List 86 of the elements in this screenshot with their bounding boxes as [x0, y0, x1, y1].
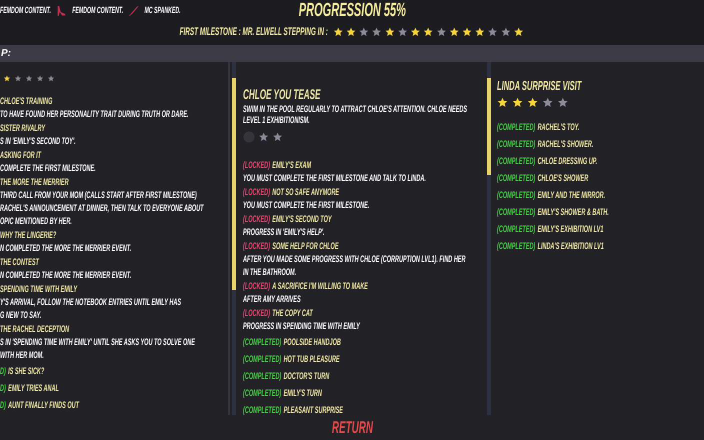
status-tag: D) [0, 399, 6, 412]
section-label: P: [0, 47, 11, 61]
description-line: N COMPLETED THE MORE THE MERRIER EVENT. [0, 242, 132, 255]
status-tag: (LOCKED) [243, 159, 270, 172]
entry-title: RACHEL'S TOY. [538, 121, 580, 134]
entry-title: SPENDING TIME WITH EMILY [0, 283, 78, 296]
whip-icon [128, 5, 140, 17]
entry-title: DOCTOR'S TURN [284, 370, 330, 383]
entry-title: EMILY TRIES ANAL [8, 382, 59, 395]
status-tag: (LOCKED) [243, 213, 270, 226]
entry-title: NOT SO SAFE ANYMORE [272, 186, 340, 199]
status-tag: (LOCKED) [243, 307, 270, 320]
progression-title: PROGRESSION 55% [298, 0, 406, 22]
entry-title: POOLSIDE HANDJOB [284, 336, 341, 349]
entry-description: YOU MUST COMPLETE THE FIRST MILESTONE. [243, 199, 370, 212]
entry-title: CHLOE DRESSING UP. [538, 155, 598, 168]
content-tag: FEMDOM CONTENT. [72, 4, 124, 18]
status-tag: (COMPLETED) [243, 353, 282, 366]
scrollbar-track[interactable] [487, 62, 491, 415]
entry-title: SISTER RIVALRY [0, 122, 46, 135]
status-tag: (COMPLETED) [243, 370, 282, 383]
return-button[interactable]: RETURN [331, 418, 373, 438]
content-tag: MC SPANKED. [144, 4, 181, 18]
status-tag: D) [0, 365, 6, 378]
description-line: G NEW TO SAY. [0, 309, 42, 322]
status-tag: (COMPLETED) [497, 155, 536, 168]
entry-title: EMILY AND THE MIRROR. [538, 189, 606, 202]
status-tag: (COMPLETED) [497, 121, 536, 134]
entry-title: EMILY'S SHOWER & BATH. [538, 206, 609, 219]
status-tag: (COMPLETED) [497, 138, 536, 151]
status-tag: (LOCKED) [243, 186, 270, 199]
status-tag: D) [0, 382, 6, 395]
entry-description: PROGRESS IN 'EMILY'S HELP'. [243, 226, 326, 239]
entry-title: ASKING FOR IT [0, 149, 42, 162]
scrollbar-track[interactable] [232, 62, 236, 415]
status-tag: (COMPLETED) [497, 189, 536, 202]
entry-title: THE MORE THE MERRIER [0, 176, 69, 189]
entry-description: YOU MUST COMPLETE THE FIRST MILESTONE AND TALK TO LINDA. [243, 172, 427, 185]
entry-title: PLEASANT SURPRISE [284, 404, 343, 417]
status-tag: (COMPLETED) [497, 172, 536, 185]
entry-title: EMILY'S TURN [284, 387, 322, 400]
description-line: RACHEL'S ANNOUNCEMENT AT DINNER, THEN TALK TO EVERYONE ABOUT [0, 202, 205, 215]
entry-title: THE RACHEL DECEPTION [0, 323, 70, 336]
scrollbar-thumb[interactable] [487, 78, 491, 175]
entry-title: AUNT FINALLY FINDS OUT [8, 399, 79, 412]
entry-description: AFTER AMY ARRIVES [243, 293, 302, 306]
description-line: WITH HER MOM. [0, 349, 45, 362]
entry-title: A SACRIFICE I'M WILLING TO MAKE [272, 280, 368, 293]
description-line: THIRD CALL FROM YOUR MOM (CALLS START AFTER FIRST MILESTONE) [0, 189, 198, 202]
quest-description: SWIM IN THE POOL REGULARLY TO ATTRACT CHLOE'S ATTENTION. CHLOE NEEDS LEVEL 1 EXHIBITIONISM. [243, 104, 468, 126]
description-line: S IN 'EMILY'S SECOND TOY'. [0, 135, 77, 148]
description-line: OPIC MENTIONED BY HER. [0, 215, 73, 228]
description-line: COMPLETE THE FIRST MILESTONE. [0, 162, 97, 175]
status-tag: (COMPLETED) [243, 387, 282, 400]
quest-title: LINDA SURPRISE VISIT [497, 78, 583, 94]
status-tag: (LOCKED) [243, 280, 270, 293]
status-tag: (COMPLETED) [497, 206, 536, 219]
entry-title: EMILY'S EXHIBITION LV1 [538, 223, 604, 236]
quest-title: CHLOE YOU TEASE [243, 86, 322, 102]
entry-title: WHY THE LINGERIE? [0, 229, 56, 242]
status-tag: (COMPLETED) [497, 240, 536, 253]
description-line: S IN 'SPENDING TIME WITH EMILY' UNTIL SHE ASKS YOU TO SOLVE ONE [0, 336, 196, 349]
entry-description: AFTER YOU MADE SOME PROGRESS WITH CHLOE (CORRUPTION LVL1). FIND HER IN THE BATHROOM. [243, 253, 466, 279]
description-line: Y'S ARRIVAL, FOLLOW THE NOTEBOOK ENTRIES UNTIL EMILY HAS [0, 296, 182, 309]
content-tag: FEMDOM CONTENT. [0, 4, 51, 18]
entry-title: SOME HELP FOR CHLOE [272, 240, 338, 253]
description-line: TO HAVE FOUND HER PERSONALITY TRAIT DURING TRUTH OR DARE. [0, 108, 190, 121]
entry-title: HOT TUB PLEASURE [284, 353, 340, 366]
entry-description: PROGRESS IN SPENDING TIME WITH EMILY [243, 320, 362, 333]
status-tag: (COMPLETED) [243, 404, 282, 417]
status-tag: (LOCKED) [243, 240, 270, 253]
entry-title: IS SHE SICK? [8, 365, 44, 378]
heel-icon [56, 5, 68, 17]
entry-title: EMILY'S EXAM [272, 159, 312, 172]
milestone-label: FIRST MILESTONE : MR. ELWELL STEPPING IN : [180, 24, 328, 40]
scrollbar-thumb[interactable] [232, 78, 236, 290]
entry-title: LINDA'S EXHIBITION LV1 [538, 240, 604, 253]
entry-title: EMILY'S SECOND TOY [272, 213, 332, 226]
status-tag: (COMPLETED) [243, 336, 282, 349]
description-line: N COMPLETED THE MORE THE MERRIER EVENT. [0, 269, 132, 282]
status-tag: (COMPLETED) [497, 223, 536, 236]
entry-title: CHLOE'S SHOWER [538, 172, 588, 185]
entry-title: THE CONTEST [0, 256, 39, 269]
entry-title: RACHEL'S SHOWER. [538, 138, 594, 151]
entry-title: THE COPY CAT [272, 307, 313, 320]
entry-title: CHLOE'S TRAINING [0, 95, 52, 108]
